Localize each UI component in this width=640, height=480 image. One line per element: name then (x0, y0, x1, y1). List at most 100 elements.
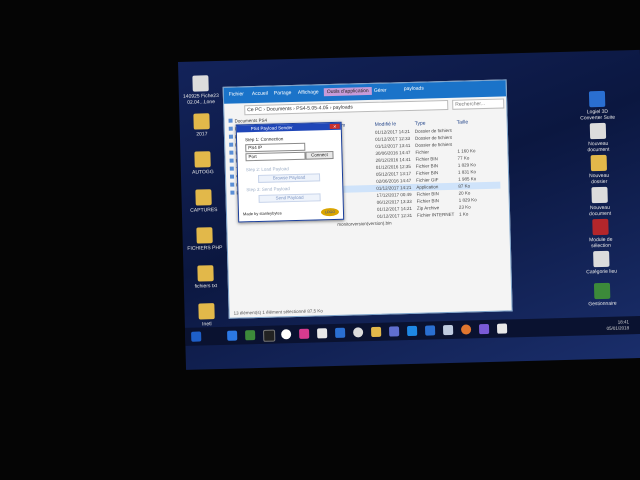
cell-modified: 01/12/2017 12:31 (377, 212, 413, 219)
cell-size: 1 160 Ko (457, 148, 476, 154)
desktop-icon[interactable]: Logiel 3D Converter Suite (579, 90, 616, 122)
cell-size: 23 Ko (458, 204, 471, 210)
tab-accueil[interactable]: Accueil (252, 91, 268, 97)
nav-item-icon (229, 150, 234, 155)
desktop-icon-label: Logiel 3D Converter Suite (580, 108, 616, 122)
app6-icon[interactable] (424, 325, 436, 336)
desktop-icon[interactable]: fichiers txt (187, 265, 224, 290)
app5-icon[interactable] (388, 326, 400, 337)
cell-modified: 01/12/2017 12:33 (375, 135, 411, 142)
desktop-icon[interactable]: 2017 (183, 113, 220, 138)
status-bar: 13 élément(s) 1 élément sélectionné 87,5… (233, 308, 323, 316)
nav-item-icon (229, 158, 234, 163)
clock[interactable]: 18:41 05/01/2018 (606, 319, 630, 332)
file-icon (592, 218, 609, 236)
taskbar: 18:41 05/01/2018 (184, 315, 640, 346)
tab-fichier[interactable]: Fichier (225, 90, 247, 99)
dialog-title: PS4 Payload Sender (236, 122, 341, 133)
desktop-icon-label: Catégorie lieu (586, 268, 618, 276)
browse-payload-button[interactable]: Browse Payload (257, 173, 321, 183)
app-icon[interactable] (263, 329, 276, 342)
cell-type: Dossier de fichiers (414, 127, 452, 134)
file-icon (593, 282, 611, 300)
tab-partage[interactable]: Partage (274, 90, 292, 96)
folder-icon (196, 227, 213, 244)
connect-button[interactable]: Connect (305, 150, 334, 160)
chrome-icon[interactable] (353, 327, 364, 338)
cell-size: 1 985 Ko (458, 176, 477, 182)
nav-item-label: Documents PS4 (234, 117, 268, 124)
desktop-icons-left: 140925 Fiche23 02.04...Lone 2017 AUTOGG CAP… (178, 50, 640, 327)
app4-icon[interactable] (335, 327, 346, 338)
start-icon[interactable] (191, 331, 202, 342)
logo-icon: LOGO (320, 207, 340, 217)
desktop-icon[interactable]: Nouveau document (580, 122, 617, 154)
col-size[interactable]: Taille (457, 119, 469, 125)
col-modified[interactable]: Modifié le (375, 121, 397, 128)
send-payload-button[interactable]: Send Payload (258, 193, 321, 203)
store-icon[interactable] (245, 330, 256, 341)
desktop-icon-label: Gestionnaire (588, 300, 617, 308)
ip-field[interactable]: PS4 IP (245, 142, 306, 153)
desktop-icon[interactable]: FICHIERS PHP (186, 227, 223, 252)
cell-type: Fichier BIN (415, 163, 439, 169)
folder-icon (193, 113, 210, 130)
monitor-screen: 140925 Fiche23 02.04...Lone 2017 AUTOGG CAP… (178, 49, 640, 370)
tab-outils-application[interactable]: Outils d'application (323, 86, 372, 97)
window-title: payloads (403, 85, 424, 93)
cell-size: 1 829 Ko (458, 197, 477, 203)
desktop-icon[interactable]: Nouveau dossier (581, 154, 618, 186)
app9-icon[interactable] (496, 323, 508, 334)
cell-modified: 28/12/2016 14:41 (375, 156, 411, 163)
cell-type: Fichier (415, 149, 430, 155)
tab-gerer[interactable]: Gérer (374, 88, 387, 94)
cell-modified: 05/12/2017 13:17 (375, 170, 412, 177)
search-input[interactable]: Rechercher... (452, 98, 505, 110)
desktop-icon[interactable]: Inetl (188, 303, 225, 328)
tab-affichage[interactable]: Affichage (298, 89, 319, 96)
desktop-icon[interactable]: CAPTURES (185, 189, 222, 214)
file-icon (593, 250, 610, 268)
desktop-icon[interactable]: Catégorie lieu (583, 250, 620, 276)
cell-modified: 06/12/2017 13:33 (376, 198, 412, 205)
cell-modified: 17/12/2017 00:49 (376, 191, 412, 198)
file-icon (591, 186, 608, 204)
desktop-icon-label: Nouveau document (589, 204, 612, 218)
nav-item-icon (228, 126, 233, 131)
desktop-icon[interactable]: AUTOGG (184, 151, 221, 176)
hp-icon[interactable] (281, 329, 292, 340)
firefox-icon[interactable] (460, 324, 472, 335)
desktop-icon-label: 140925 Fiche23 02.04...Lone (182, 92, 219, 106)
desktop-icon-label: 2017 (196, 131, 208, 138)
cell-type: Dossier de fichiers (415, 141, 453, 148)
cell-modified: 01/12/2017 13:41 (375, 142, 411, 149)
ie-icon[interactable] (227, 330, 238, 341)
cell-type: Zip Archive (416, 205, 440, 211)
desktop-icon-label: Nouveau dossier (589, 172, 610, 186)
cell-type: Fichier BIN (416, 198, 440, 204)
nav-item-icon (229, 174, 235, 179)
port-field[interactable]: Port (245, 151, 306, 162)
desktop-icon[interactable]: 140925 Fiche23 02.04...Lone (182, 75, 219, 106)
cell-type: Application (416, 184, 439, 190)
desktop-icon-label: fichiers txt (194, 283, 218, 290)
close-button[interactable]: ✕ (329, 123, 340, 130)
cell-size: 20 Ko (458, 190, 471, 196)
clock-date: 05/01/2018 (606, 325, 630, 331)
skype-icon[interactable] (406, 325, 418, 337)
desktop-icon-label: AUTOGG (192, 169, 214, 176)
desktop-icon[interactable]: Nouveau document (581, 186, 618, 218)
app7-icon[interactable] (442, 324, 454, 336)
file-icon (589, 122, 607, 140)
app3-icon[interactable] (317, 328, 328, 339)
desktop-icon[interactable]: Module de sélection (582, 218, 619, 250)
folder-icon[interactable] (371, 326, 382, 338)
nav-item-icon (230, 190, 235, 195)
cell-type: Dossier de fichiers (415, 134, 453, 141)
app8-icon[interactable] (478, 323, 490, 335)
col-type[interactable]: Type (415, 121, 426, 127)
desktop-icon[interactable]: Gestionnaire (584, 282, 621, 308)
step3-label: Step 3: Send Payload (246, 186, 290, 193)
folder-icon (590, 154, 607, 172)
app2-icon[interactable] (299, 328, 310, 339)
